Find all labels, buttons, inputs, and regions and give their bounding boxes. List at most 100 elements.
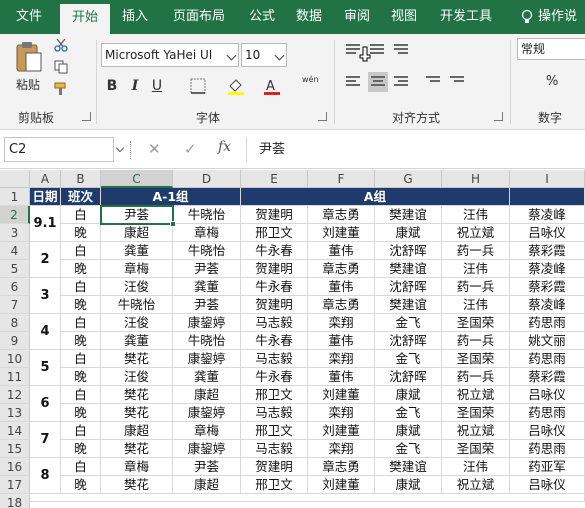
table-cell[interactable]: 邢卫文 — [241, 386, 308, 404]
number-format-combo[interactable]: 常规 — [517, 38, 585, 60]
table-cell[interactable]: 沈舒晖 — [375, 278, 442, 296]
table-cell[interactable]: 白 — [61, 314, 101, 332]
table-cell[interactable]: 吕咏仪 — [510, 476, 585, 494]
table-cell[interactable]: 汪伟 — [442, 260, 510, 278]
paste-icon[interactable] — [14, 40, 44, 74]
header-cell-group-a1[interactable]: A-1组 — [101, 188, 241, 206]
header-cell-shift[interactable]: 班次 — [61, 188, 101, 206]
row-header-15[interactable]: 15 — [0, 440, 30, 458]
table-cell[interactable]: 汪俊 — [101, 368, 173, 386]
table-cell[interactable]: 贺建明 — [241, 260, 308, 278]
table-cell[interactable]: 金飞 — [375, 440, 442, 458]
table-cell[interactable]: 尹荟 — [101, 206, 173, 224]
table-cell[interactable]: 沈舒晖 — [375, 242, 442, 260]
table-cell[interactable]: 白 — [61, 350, 101, 368]
date-cell[interactable]: 5 — [30, 350, 61, 386]
alignment-launcher-icon[interactable] — [494, 112, 503, 121]
row-header-14[interactable]: 14 — [0, 422, 30, 440]
table-cell[interactable]: 药一兵 — [442, 368, 510, 386]
table-cell[interactable]: 康斌 — [375, 422, 442, 440]
table-cell[interactable]: 汪伟 — [442, 296, 510, 314]
confirm-entry-icon[interactable]: ✓ — [184, 139, 197, 159]
table-cell[interactable]: 樊花 — [101, 440, 173, 458]
table-cell[interactable]: 蔡彩霞 — [510, 368, 585, 386]
row-header-2[interactable]: 2 — [0, 206, 30, 224]
column-header-b[interactable]: B — [61, 170, 101, 188]
table-cell[interactable]: 樊建谊 — [375, 206, 442, 224]
row-header-16[interactable]: 16 — [0, 458, 30, 476]
table-cell[interactable]: 药思雨 — [510, 440, 585, 458]
row-header-11[interactable]: 11 — [0, 368, 30, 386]
font-size-combo[interactable]: 10 — [241, 43, 287, 67]
table-cell[interactable]: 邢卫文 — [241, 224, 308, 242]
table-cell[interactable]: 白 — [61, 206, 101, 224]
bold-button[interactable]: B — [104, 76, 120, 96]
table-cell[interactable]: 汪伟 — [442, 206, 510, 224]
table-cell[interactable]: 圣国荣 — [442, 350, 510, 368]
select-all-corner[interactable] — [0, 170, 30, 188]
table-cell[interactable]: 祝立斌 — [442, 386, 510, 404]
table-cell[interactable]: 晚 — [61, 368, 101, 386]
table-cell[interactable]: 康超 — [101, 224, 173, 242]
copy-icon[interactable] — [54, 60, 68, 74]
table-cell[interactable]: 樊花 — [101, 476, 173, 494]
table-cell[interactable]: 蔡凌峰 — [510, 206, 585, 224]
table-cell[interactable]: 马志毅 — [241, 404, 308, 422]
table-cell[interactable]: 沈舒晖 — [375, 368, 442, 386]
row-header-13[interactable]: 13 — [0, 404, 30, 422]
table-cell[interactable]: 沈舒晖 — [375, 332, 442, 350]
table-cell[interactable]: 圣国荣 — [442, 440, 510, 458]
table-cell[interactable]: 牛晓怡 — [101, 296, 173, 314]
table-cell[interactable]: 白 — [61, 458, 101, 476]
table-cell[interactable]: 尹荟 — [173, 260, 241, 278]
column-header-h[interactable]: H — [442, 170, 510, 188]
table-cell[interactable]: 蔡彩霞 — [510, 278, 585, 296]
table-cell[interactable]: 晚 — [61, 224, 101, 242]
table-cell[interactable]: 药一兵 — [442, 242, 510, 260]
table-cell[interactable]: 白 — [61, 242, 101, 260]
fill-color-icon[interactable] — [226, 76, 246, 96]
name-box[interactable]: C2 — [4, 137, 114, 162]
table-cell[interactable]: 樊建谊 — [375, 458, 442, 476]
formula-input[interactable]: 尹荟 — [246, 137, 585, 162]
phonetic-guide-button[interactable]: wén — [302, 75, 319, 84]
table-cell[interactable]: 龚董 — [173, 278, 241, 296]
tab-view[interactable]: 视图 — [384, 0, 424, 34]
table-cell[interactable]: 刘建董 — [308, 386, 375, 404]
table-cell[interactable]: 尹荟 — [173, 458, 241, 476]
table-cell[interactable]: 药思雨 — [510, 350, 585, 368]
table-cell[interactable]: 董伟 — [308, 278, 375, 296]
table-cell[interactable]: 康鋆婷 — [173, 404, 241, 422]
table-cell[interactable]: 康鋆婷 — [173, 440, 241, 458]
table-cell[interactable]: 栾翔 — [308, 440, 375, 458]
date-cell[interactable]: 3 — [30, 278, 61, 314]
cut-icon[interactable] — [54, 38, 68, 52]
table-cell[interactable]: 姚文丽 — [510, 332, 585, 350]
table-cell[interactable]: 马志毅 — [241, 440, 308, 458]
row-header-1[interactable]: 1 — [0, 188, 30, 206]
table-cell[interactable]: 邢卫文 — [241, 476, 308, 494]
format-painter-icon[interactable] — [54, 82, 68, 96]
table-cell[interactable]: 栾翔 — [308, 350, 375, 368]
row-header-10[interactable]: 10 — [0, 350, 30, 368]
date-cell[interactable]: 7 — [30, 422, 61, 458]
table-cell[interactable]: 康斌 — [375, 386, 442, 404]
table-cell[interactable]: 康斌 — [375, 476, 442, 494]
table-cell[interactable]: 栾翔 — [308, 314, 375, 332]
tab-file[interactable]: 文件 — [6, 0, 52, 34]
table-cell[interactable]: 吕咏仪 — [510, 422, 585, 440]
underline-button[interactable]: U — [150, 76, 164, 96]
header-cell-date[interactable]: 日期 — [30, 188, 61, 206]
row-header-7[interactable]: 7 — [0, 296, 30, 314]
table-cell[interactable]: 晚 — [61, 260, 101, 278]
font-launcher-icon[interactable] — [318, 112, 327, 121]
percent-button[interactable]: % — [546, 74, 558, 89]
column-header-e[interactable]: E — [241, 170, 308, 188]
table-cell[interactable]: 金飞 — [375, 350, 442, 368]
table-cell[interactable]: 药一兵 — [442, 332, 510, 350]
table-cell[interactable]: 晚 — [61, 296, 101, 314]
table-cell[interactable]: 晚 — [61, 476, 101, 494]
table-cell[interactable]: 樊花 — [101, 350, 173, 368]
table-cell[interactable]: 章梅 — [101, 260, 173, 278]
table-cell[interactable]: 牛晓怡 — [173, 242, 241, 260]
